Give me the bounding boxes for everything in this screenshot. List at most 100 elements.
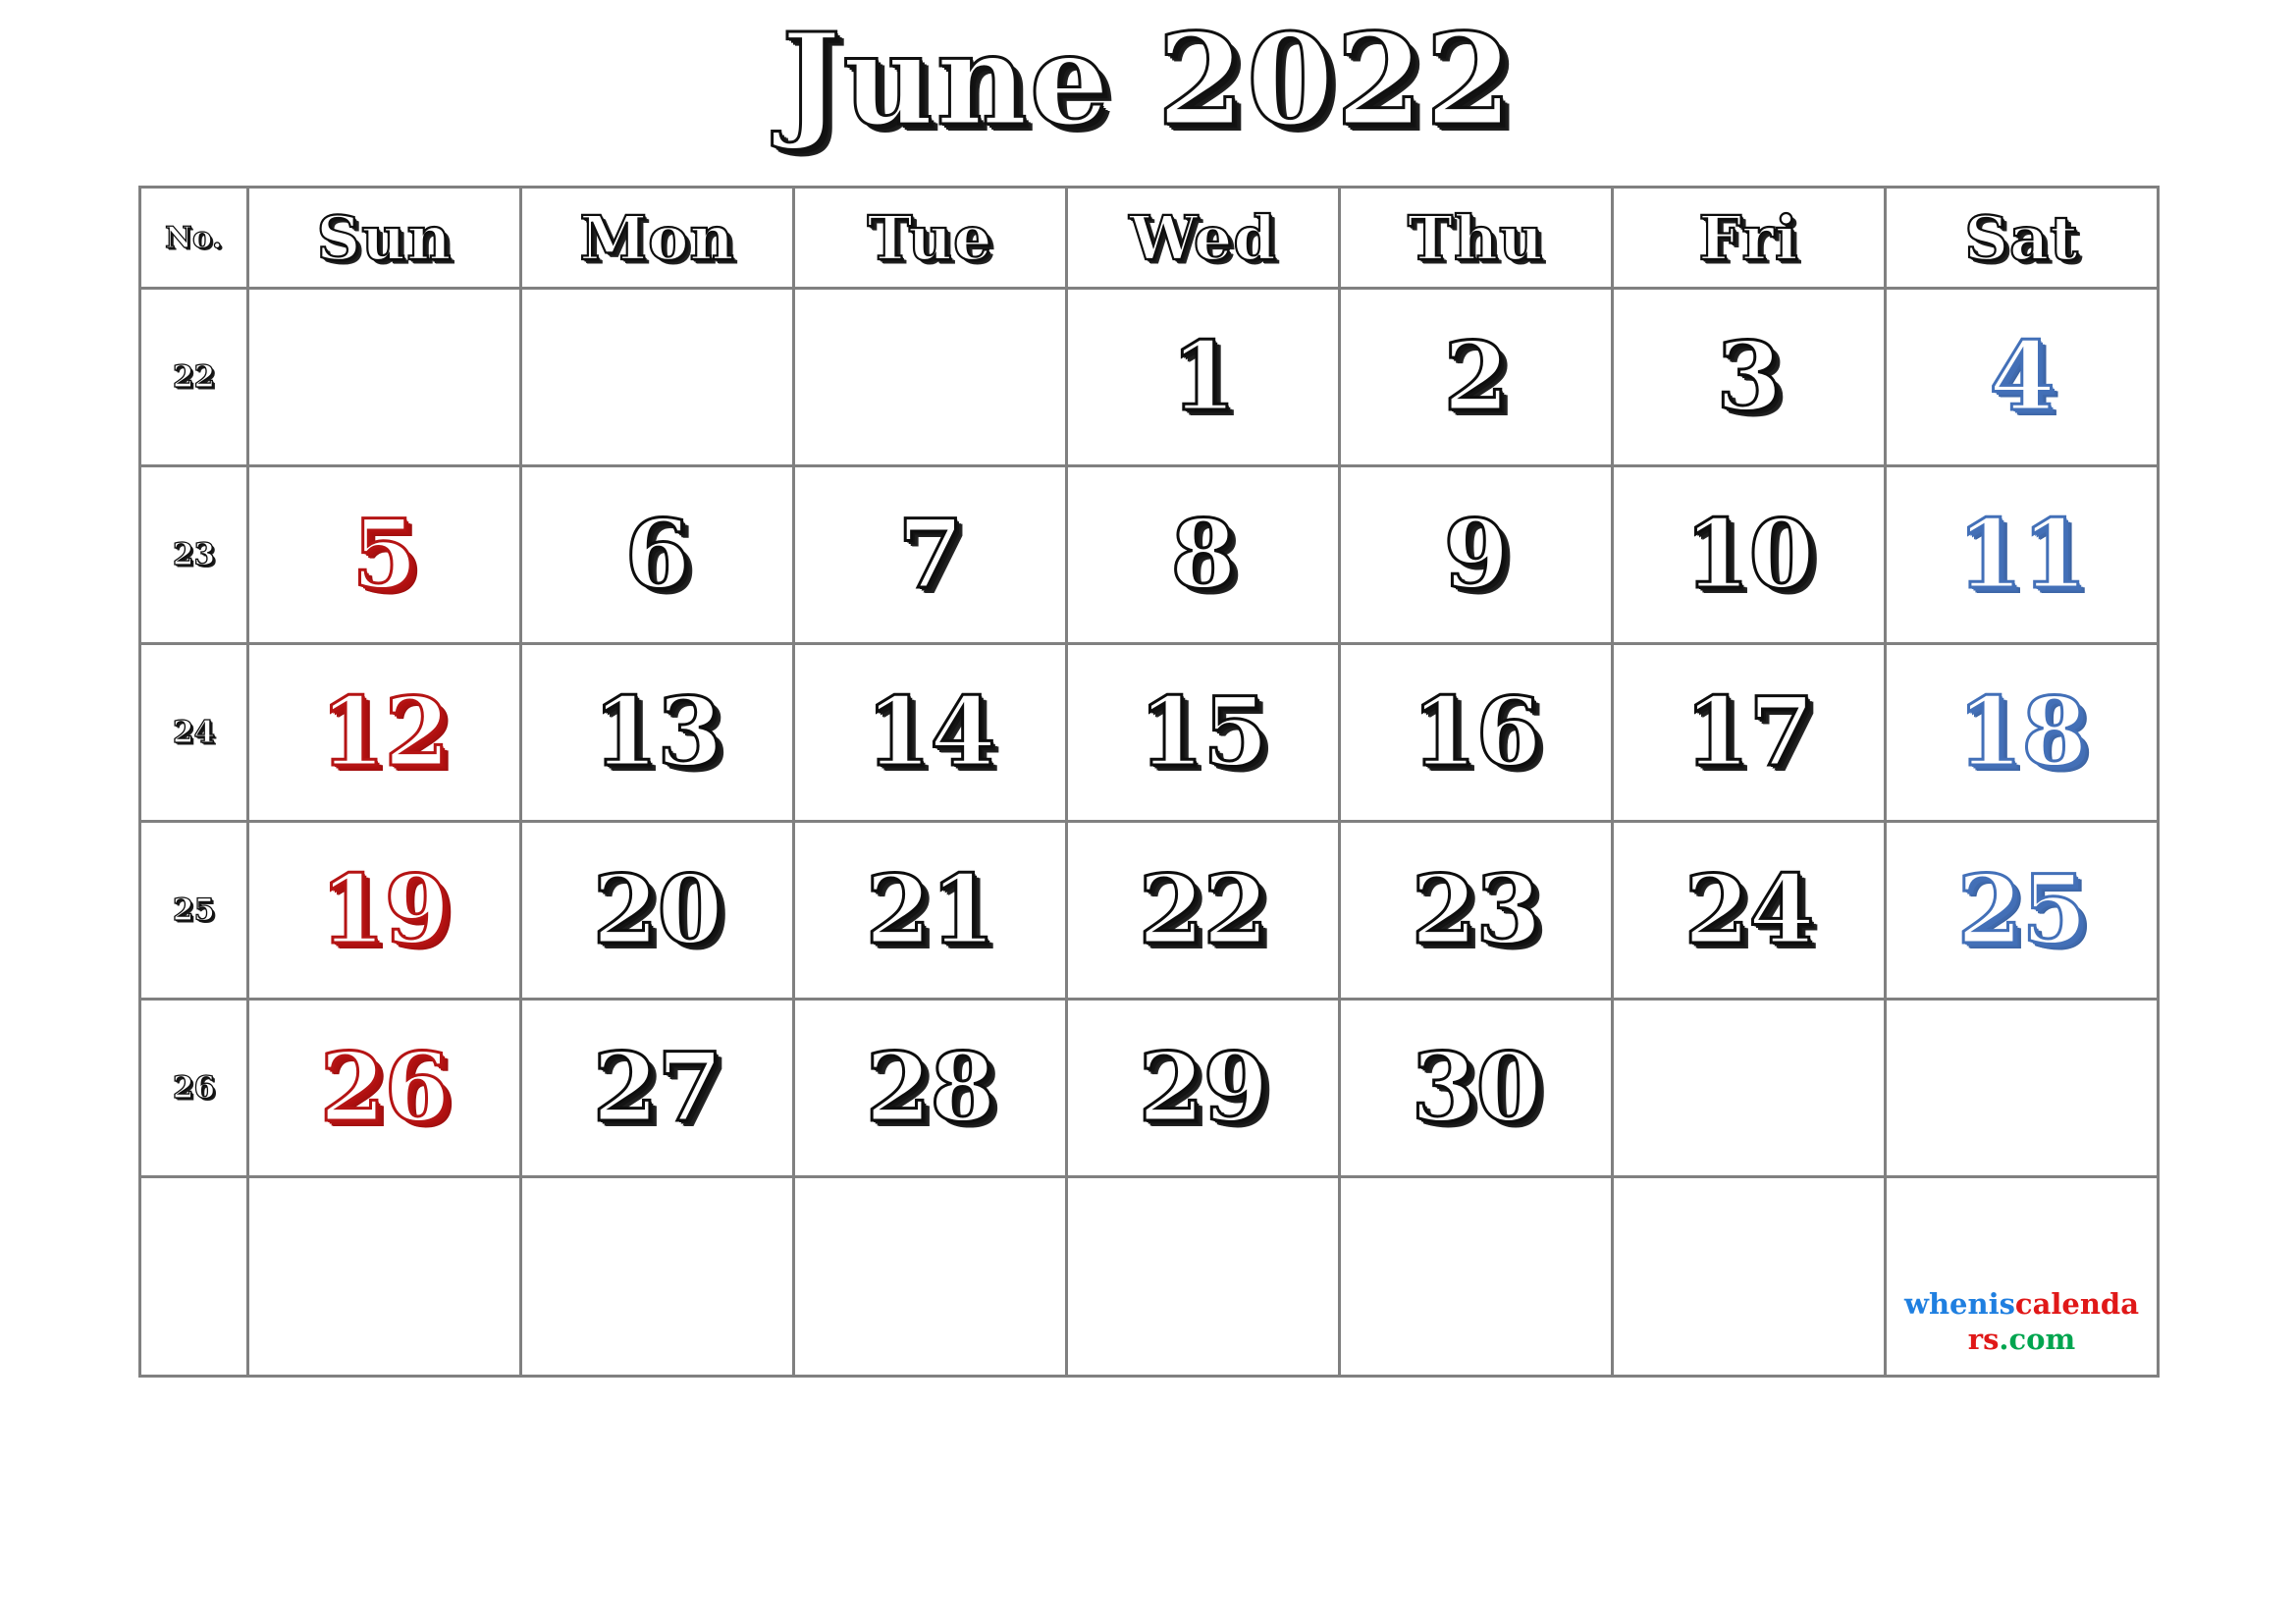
day-cell-watermark[interactable]: wheniscalendars.com	[1884, 1175, 2160, 1378]
day-cell[interactable]: 21	[792, 820, 1068, 1001]
day-number: 5	[350, 499, 419, 610]
week-number: 23	[172, 536, 216, 572]
day-cell[interactable]	[519, 287, 795, 467]
day-cell[interactable]: 5	[246, 464, 522, 645]
day-number: 8	[1169, 499, 1238, 610]
week-number-cell: 26	[138, 998, 249, 1178]
day-cell[interactable]: 15	[1065, 642, 1341, 823]
day-cell[interactable]: 1	[1065, 287, 1341, 467]
day-cell[interactable]: 3	[1611, 287, 1887, 467]
day-cell[interactable]: 9	[1338, 464, 1614, 645]
day-cell[interactable]: 30	[1338, 998, 1614, 1178]
day-number: 7	[896, 499, 965, 610]
day-cell[interactable]: 14	[792, 642, 1068, 823]
header-day-fri: Fri	[1611, 186, 1887, 290]
day-number: 17	[1682, 677, 1816, 787]
day-cell[interactable]: 18	[1884, 642, 2160, 823]
header-day-label: Thu	[1407, 200, 1545, 274]
day-cell[interactable]: 16	[1338, 642, 1614, 823]
header-day-tue: Tue	[792, 186, 1068, 290]
header-day-label: Wed	[1128, 200, 1277, 274]
day-cell[interactable]: 29	[1065, 998, 1341, 1178]
day-number: 6	[623, 499, 692, 610]
day-cell[interactable]: 23	[1338, 820, 1614, 1001]
day-cell[interactable]: 27	[519, 998, 795, 1178]
day-cell[interactable]	[246, 287, 522, 467]
header-day-label: Fri	[1697, 200, 1799, 274]
day-number: 30	[1410, 1032, 1543, 1143]
day-number: 27	[591, 1032, 724, 1143]
week-number: 25	[172, 892, 216, 928]
day-cell[interactable]	[519, 1175, 795, 1378]
day-cell[interactable]: 2	[1338, 287, 1614, 467]
day-number: 29	[1137, 1032, 1270, 1143]
day-cell[interactable]: 19	[246, 820, 522, 1001]
day-cell[interactable]	[1611, 998, 1887, 1178]
day-number: 28	[864, 1032, 997, 1143]
day-number: 12	[318, 677, 452, 787]
day-cell[interactable]: 4	[1884, 287, 2160, 467]
day-cell[interactable]	[1065, 1175, 1341, 1378]
header-day-thu: Thu	[1338, 186, 1614, 290]
day-cell[interactable]	[1884, 998, 2160, 1178]
header-day-label: Mon	[578, 200, 735, 274]
day-cell[interactable]: 24	[1611, 820, 1887, 1001]
day-cell[interactable]: 13	[519, 642, 795, 823]
watermark-part-3: .com	[1999, 1322, 2076, 1356]
day-cell[interactable]: 8	[1065, 464, 1341, 645]
day-number: 24	[1682, 854, 1816, 965]
header-week-number: No.	[138, 186, 249, 290]
page-title: June 2022	[780, 7, 1515, 154]
header-day-mon: Mon	[519, 186, 795, 290]
week-number-cell: 25	[138, 820, 249, 1001]
watermark-part-1: whenis	[1903, 1286, 2015, 1321]
week-number: 24	[172, 714, 216, 750]
day-cell[interactable]: 20	[519, 820, 795, 1001]
day-cell[interactable]: 28	[792, 998, 1068, 1178]
day-cell[interactable]	[1611, 1175, 1887, 1378]
header-week-number-label: No.	[164, 220, 223, 255]
day-number: 10	[1682, 499, 1816, 610]
calendar-table: No. Sun Mon Tue Wed Thu Fri Sat 22 1 2 3…	[138, 186, 2160, 1378]
day-number: 20	[591, 854, 724, 965]
day-number: 3	[1715, 321, 1784, 432]
day-cell[interactable]: 10	[1611, 464, 1887, 645]
day-cell[interactable]: 25	[1884, 820, 2160, 1001]
calendar-week-row: 25 19 20 21 22 23 24 25	[138, 820, 2160, 1001]
header-day-label: Sun	[315, 200, 453, 274]
week-number-cell: 23	[138, 464, 249, 645]
header-day-label: Sat	[1963, 200, 2079, 274]
header-day-sat: Sat	[1884, 186, 2160, 290]
calendar-week-row: 22 1 2 3 4	[138, 287, 2160, 467]
day-number: 11	[1955, 499, 2089, 610]
week-number: 26	[172, 1069, 216, 1106]
day-number: 1	[1169, 321, 1238, 432]
day-cell[interactable]: 7	[792, 464, 1068, 645]
day-cell[interactable]	[246, 1175, 522, 1378]
day-cell[interactable]: 17	[1611, 642, 1887, 823]
day-cell[interactable]: 12	[246, 642, 522, 823]
week-number-cell: 24	[138, 642, 249, 823]
day-cell[interactable]	[792, 1175, 1068, 1378]
day-cell[interactable]: 6	[519, 464, 795, 645]
header-day-label: Tue	[866, 200, 993, 274]
calendar-week-row: 24 12 13 14 15 16 17 18	[138, 642, 2160, 823]
calendar-page: June 2022 No. Sun Mon Tue Wed Thu Fri Sa…	[0, 0, 2296, 1624]
day-number: 23	[1410, 854, 1543, 965]
calendar-week-row: 23 5 6 7 8 9 10 11	[138, 464, 2160, 645]
day-number: 16	[1410, 677, 1543, 787]
day-number: 25	[1955, 854, 2089, 965]
day-number: 4	[1988, 321, 2056, 432]
week-number: 22	[172, 358, 216, 395]
day-cell[interactable]: 11	[1884, 464, 2160, 645]
day-cell[interactable]	[792, 287, 1068, 467]
calendar-body: 22 1 2 3 4 23 5 6 7 8 9 10 11 24 12 13 1…	[138, 287, 2160, 1378]
day-cell[interactable]: 22	[1065, 820, 1341, 1001]
day-cell[interactable]: 26	[246, 998, 522, 1178]
day-number: 18	[1955, 677, 2089, 787]
day-number: 13	[591, 677, 724, 787]
day-cell[interactable]	[1338, 1175, 1614, 1378]
calendar-week-row-empty: wheniscalendars.com	[138, 1175, 2160, 1378]
day-number: 26	[318, 1032, 452, 1143]
day-number: 9	[1442, 499, 1511, 610]
